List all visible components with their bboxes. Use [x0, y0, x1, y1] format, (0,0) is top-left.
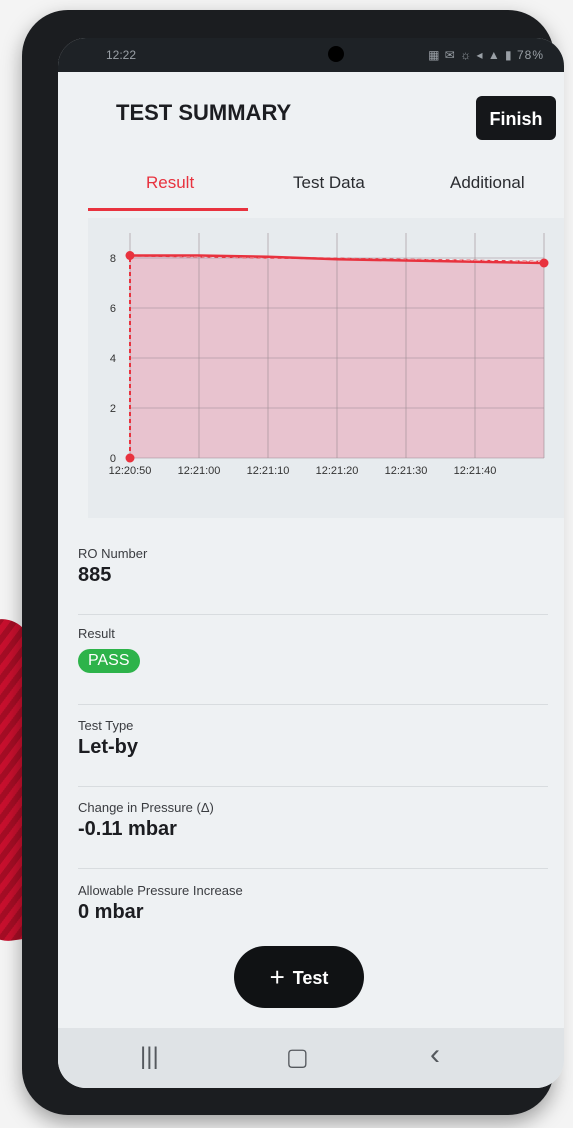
- y-tick-label: 0: [110, 453, 116, 465]
- divider: [78, 704, 548, 705]
- tab-result[interactable]: Result: [146, 173, 194, 193]
- add-test-label: Test: [292, 967, 329, 988]
- status-badge: PASS: [78, 649, 140, 673]
- field-result: Result PASS: [78, 626, 538, 673]
- pressure-chart: 0 2 4 6 8 12:20:50 12:21:00 12:21:10 12:21:20 12:…: [88, 218, 564, 518]
- field-allowable-pressure: Allowable Pressure Increase 0 mbar: [78, 883, 538, 924]
- ro-number-label: RO Number: [78, 546, 148, 561]
- data-point-first: [125, 251, 135, 260]
- result-label: Result: [78, 626, 115, 641]
- tab-bar: Result Test Data Additional: [88, 163, 558, 213]
- status-time: 12:22: [106, 48, 137, 62]
- tab-test-data[interactable]: Test Data: [293, 173, 365, 193]
- status-icons: ▦ ✉ ☼ ◂ ▲ ▮ 78%: [428, 48, 544, 62]
- add-test-button[interactable]: + Test: [234, 946, 364, 1008]
- field-change-in-pressure: Change in Pressure (Δ) -0.11 mbar: [78, 800, 538, 841]
- x-tick-label: 12:21:00: [178, 465, 221, 477]
- x-tick-label: 12:20:50: [109, 465, 152, 477]
- data-point-last: [539, 258, 549, 268]
- phone-frame: 12:22 ▦ ✉ ☼ ◂ ▲ ▮ 78% TEST SUMMARY Finis…: [22, 10, 564, 1115]
- allowable-pressure-value: 0 mbar: [78, 901, 144, 923]
- recents-icon[interactable]: |||: [140, 1043, 159, 1071]
- x-tick-label: 12:21:20: [316, 465, 359, 477]
- change-in-pressure-label: Change in Pressure (Δ): [78, 800, 214, 815]
- allowable-pressure-label: Allowable Pressure Increase: [78, 883, 243, 898]
- ro-number-value: 885: [78, 564, 112, 586]
- y-tick-label: 8: [110, 253, 116, 265]
- tab-indicator: [88, 208, 248, 211]
- camera-cutout: [328, 46, 344, 62]
- tab-additional[interactable]: Additional: [450, 173, 525, 193]
- change-in-pressure-value: -0.11 mbar: [78, 818, 177, 840]
- finish-button[interactable]: Finish: [476, 96, 556, 140]
- divider: [78, 868, 548, 869]
- system-navbar: ||| ▢ ‹: [58, 1028, 564, 1088]
- chart-svg: 0 2 4 6 8 12:20:50 12:21:00 12:21:10 12:21:20 12:…: [109, 233, 549, 477]
- data-point-start: [125, 453, 135, 463]
- status-bar: 12:22 ▦ ✉ ☼ ◂ ▲ ▮ 78%: [58, 38, 564, 72]
- test-type-label: Test Type: [78, 718, 134, 733]
- divider: [78, 786, 548, 787]
- x-tick-label: 12:21:10: [247, 465, 290, 477]
- y-tick-label: 4: [110, 353, 116, 365]
- app-screen: 12:22 ▦ ✉ ☼ ◂ ▲ ▮ 78% TEST SUMMARY Finis…: [58, 38, 564, 1088]
- home-icon[interactable]: ▢: [286, 1043, 309, 1072]
- test-type-value: Let-by: [78, 736, 138, 758]
- field-test-type: Test Type Let-by: [78, 718, 538, 759]
- page-title: TEST SUMMARY: [116, 100, 292, 125]
- field-ro-number: RO Number 885: [78, 546, 538, 587]
- x-tick-label: 12:21:40: [454, 465, 497, 477]
- y-tick-label: 2: [110, 403, 116, 415]
- back-icon[interactable]: ‹: [430, 1038, 440, 1072]
- y-tick-label: 6: [110, 303, 116, 315]
- divider: [78, 614, 548, 615]
- x-tick-label: 12:21:30: [385, 465, 428, 477]
- plus-icon: +: [269, 961, 285, 992]
